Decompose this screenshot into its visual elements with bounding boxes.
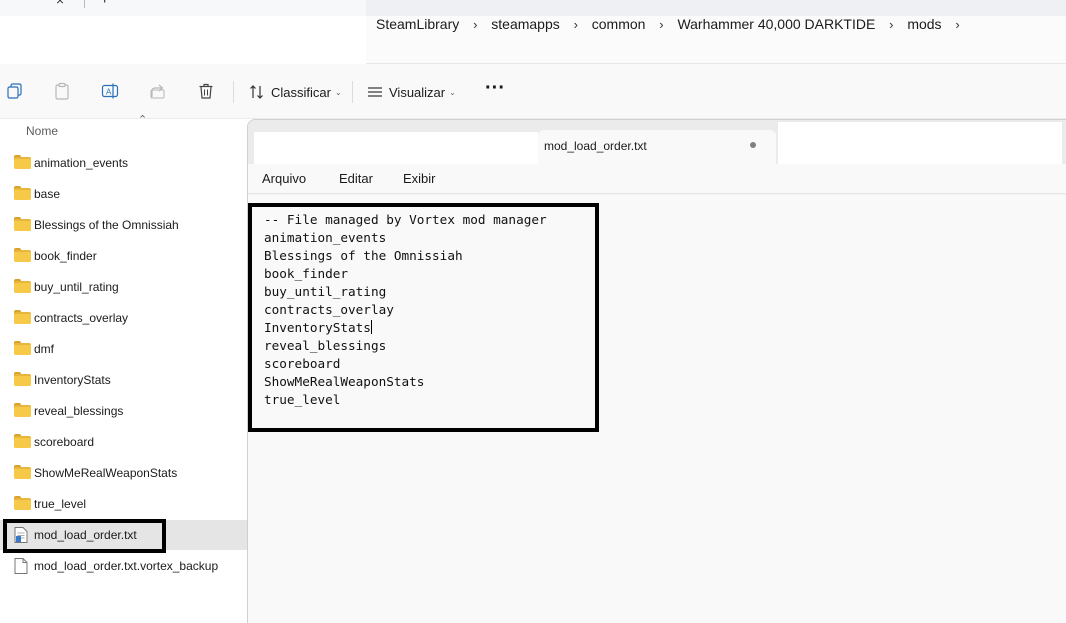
file-name: animation_events: [34, 156, 129, 170]
breadcrumb-mods[interactable]: mods: [907, 16, 941, 32]
paste-icon[interactable]: [53, 82, 71, 100]
list-item[interactable]: mod_load_order.txt.vortex_backup: [0, 551, 248, 581]
notepad-tab-title: mod_load_order.txt: [544, 139, 647, 153]
list-item[interactable]: animation_events: [0, 148, 248, 178]
view-button[interactable]: Visualizar ⌄: [367, 81, 456, 103]
list-item[interactable]: Blessings of the Omnissiah: [0, 210, 248, 240]
breadcrumb-steamlibrary[interactable]: SteamLibrary: [376, 16, 459, 32]
file-name: ShowMeRealWeaponStats: [34, 466, 178, 480]
list-item[interactable]: dmf: [0, 334, 248, 364]
file-name: dmf: [34, 342, 55, 356]
tab-divider: [84, 0, 85, 8]
file-name: Blessings of the Omnissiah: [34, 218, 179, 232]
list-item[interactable]: true_level: [0, 489, 248, 519]
folder-icon: [14, 403, 31, 418]
text-highlight-box: [248, 203, 599, 432]
file-name: contracts_overlay: [34, 311, 129, 325]
folder-icon: [14, 155, 31, 170]
trash-icon[interactable]: [197, 82, 215, 100]
file-name: scoreboard: [34, 435, 95, 449]
copy-icon[interactable]: [6, 82, 24, 100]
notepad-tab-blank[interactable]: [778, 122, 1062, 164]
notepad-tab-bar: mod_load_order.txt: [248, 120, 1066, 164]
sort-button[interactable]: Classificar ⌄: [249, 81, 342, 103]
file-name: reveal_blessings: [34, 404, 124, 418]
column-header-name[interactable]: Nome: [26, 124, 58, 138]
list-item[interactable]: scoreboard: [0, 427, 248, 457]
more-options-button[interactable]: ···: [485, 78, 505, 98]
chevron-right-icon[interactable]: ›: [459, 17, 491, 32]
list-item[interactable]: buy_until_rating: [0, 272, 248, 302]
toolbar-divider: [352, 81, 353, 103]
chevron-down-icon: ⌄: [449, 87, 456, 97]
file-name: true_level: [34, 497, 87, 511]
breadcrumb-darktide[interactable]: Warhammer 40,000 DARKTIDE: [677, 16, 875, 32]
toolbar-divider: [233, 81, 234, 103]
sort-label: Classificar: [271, 84, 331, 100]
command-bar: A Classificar ⌄ Visualizar ⌄ ···: [0, 64, 1066, 119]
notepad-tab-blank[interactable]: [254, 132, 538, 164]
share-icon[interactable]: [149, 82, 167, 100]
file-icon: [14, 558, 31, 574]
file-name: base: [34, 187, 61, 201]
explorer-tab-strip: × +: [0, 0, 1066, 16]
chevron-right-icon[interactable]: ›: [942, 17, 974, 32]
file-name: buy_until_rating: [34, 280, 119, 294]
notepad-tab-active[interactable]: mod_load_order.txt: [538, 130, 776, 164]
chevron-right-icon[interactable]: ›: [645, 17, 677, 32]
close-tab-icon[interactable]: ×: [56, 0, 64, 8]
folder-icon: [14, 465, 31, 480]
folder-icon: [14, 217, 31, 232]
chevron-right-icon[interactable]: ›: [560, 17, 592, 32]
file-name: book_finder: [34, 249, 97, 263]
view-label: Visualizar: [389, 84, 446, 100]
sort-ascending-icon: ⌃: [138, 114, 148, 126]
file-name: InventoryStats: [34, 373, 111, 387]
list-item[interactable]: base: [0, 179, 248, 209]
folder-icon: [14, 372, 31, 387]
folder-icon: [14, 310, 31, 325]
folder-icon: [14, 341, 31, 356]
list-item[interactable]: InventoryStats: [0, 365, 248, 395]
list-item[interactable]: contracts_overlay: [0, 303, 248, 333]
list-item[interactable]: reveal_blessings: [0, 396, 248, 426]
folder-icon: [14, 434, 31, 449]
menu-view[interactable]: Exibir: [403, 171, 436, 186]
unsaved-dot-icon[interactable]: [750, 142, 756, 148]
menu-file[interactable]: Arquivo: [262, 171, 306, 186]
rename-icon[interactable]: A: [101, 82, 119, 100]
folder-icon: [14, 279, 31, 294]
explorer-tab[interactable]: [0, 0, 366, 16]
view-list-icon: [368, 87, 382, 97]
breadcrumb-common[interactable]: common: [592, 16, 646, 32]
notepad-menu-bar: Arquivo Editar Exibir: [248, 164, 1066, 194]
list-item[interactable]: ShowMeRealWeaponStats: [0, 458, 248, 488]
nav-area: [0, 16, 366, 64]
new-tab-icon[interactable]: +: [100, 0, 109, 9]
breadcrumb-steamapps[interactable]: steamapps: [491, 16, 559, 32]
chevron-right-icon[interactable]: ›: [875, 17, 907, 32]
folder-icon: [14, 248, 31, 263]
folder-icon: [14, 186, 31, 201]
folder-icon: [14, 496, 31, 511]
selection-highlight-box: [3, 519, 166, 553]
list-item[interactable]: book_finder: [0, 241, 248, 271]
menu-edit[interactable]: Editar: [339, 171, 373, 186]
svg-text:A: A: [106, 88, 112, 97]
file-name: mod_load_order.txt.vortex_backup: [34, 559, 219, 573]
chevron-down-icon: ⌄: [334, 87, 342, 97]
sort-icon: [250, 85, 263, 99]
breadcrumb: SteamLibrary › steamapps › common › Warh…: [376, 16, 974, 32]
